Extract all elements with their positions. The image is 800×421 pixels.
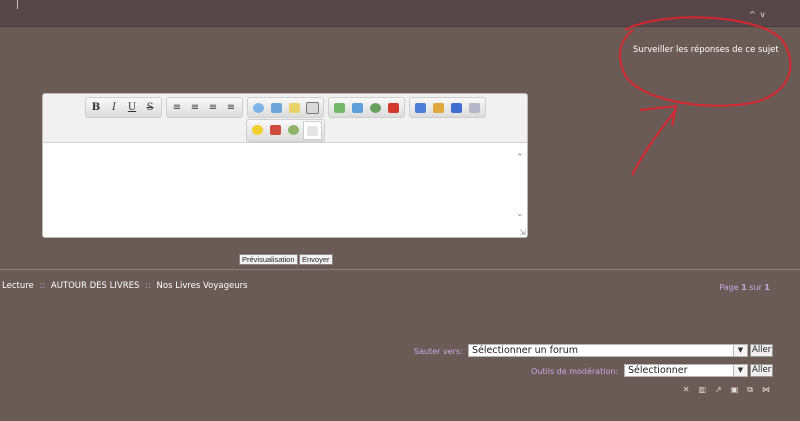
host-icon[interactable]: [349, 99, 366, 116]
jump-go-button[interactable]: Aller: [750, 344, 774, 357]
page-of-label: sur: [749, 283, 762, 292]
link-icon[interactable]: [367, 99, 384, 116]
breadcrumb-lecture[interactable]: Lecture: [2, 281, 34, 291]
jump-to-selected: Sélectionner un forum: [472, 345, 578, 356]
editor-toolbar: B I U S ≡ ≡ ≡ ≡: [43, 94, 527, 143]
image-icon[interactable]: [331, 99, 348, 116]
moderation-tools-select[interactable]: Sélectionner ▼: [624, 364, 748, 377]
moderation-tools-label: Outils de modération:: [531, 367, 619, 376]
trash-icon[interactable]: ▥: [698, 385, 706, 395]
delete-icon[interactable]: ✕: [683, 385, 690, 395]
current-page: 1: [741, 283, 747, 292]
split-icon[interactable]: ⧉: [747, 385, 753, 395]
justify-button[interactable]: ≡: [223, 99, 240, 116]
strikethrough-button[interactable]: S: [142, 99, 159, 116]
source-mode-icon[interactable]: [302, 121, 322, 140]
align-right-button[interactable]: ≡: [205, 99, 222, 116]
spoiler-icon[interactable]: [286, 99, 303, 116]
total-pages: 1: [764, 283, 770, 292]
font-color-icon[interactable]: [412, 99, 429, 116]
message-editor: B I U S ≡ ≡ ≡ ≡ ⌃ ⌄ ⇲: [42, 93, 528, 238]
bold-button[interactable]: B: [88, 99, 105, 116]
watch-topic-link[interactable]: Surveiller les réponses de ce sujet: [633, 45, 779, 55]
toolbar-row-2: [43, 119, 527, 142]
italic-button[interactable]: I: [106, 99, 123, 116]
breadcrumb-separator: ::: [145, 281, 151, 291]
breadcrumb-nos-livres-voyageurs[interactable]: Nos Livres Voyageurs: [157, 281, 248, 291]
align-center-button[interactable]: ≡: [187, 99, 204, 116]
text-style-group: B I U S: [84, 97, 162, 118]
top-bar: ^ v: [0, 0, 800, 27]
media-group: [327, 97, 405, 118]
move-icon[interactable]: ↗: [715, 385, 722, 395]
send-button[interactable]: Envoyer: [299, 254, 333, 265]
chevron-down-icon: ▼: [733, 365, 747, 376]
youtube-icon[interactable]: [385, 99, 402, 116]
chevron-down-icon: ▼: [733, 345, 747, 356]
annotation-arrow: [631, 109, 677, 176]
font-size-icon[interactable]: [430, 99, 447, 116]
misc-icon[interactable]: [285, 121, 302, 138]
preview-button[interactable]: Prévisualisation: [239, 254, 298, 265]
font-group: [408, 97, 486, 118]
merge-icon[interactable]: ⋈: [762, 385, 770, 395]
moderation-selected: Sélectionner: [628, 365, 688, 376]
page-label: Page: [719, 283, 739, 292]
jump-to-label: Sauter vers:: [414, 347, 463, 356]
toolbar-row-1: B I U S ≡ ≡ ≡ ≡: [43, 97, 527, 118]
resize-grip-icon[interactable]: ⇲: [519, 228, 526, 237]
top-bar-divider: [17, 0, 18, 9]
annotation-circle: [619, 16, 792, 107]
breadcrumb-autour-des-livres[interactable]: AUTOUR DES LIVRES: [51, 281, 140, 291]
moderation-go-button[interactable]: Aller: [750, 364, 774, 377]
insert-group: [246, 97, 324, 118]
clear-format-icon[interactable]: [466, 99, 483, 116]
divider: [0, 269, 800, 270]
breadcrumb-separator: ::: [39, 281, 46, 291]
extras-group: [245, 119, 325, 142]
pagination: Page 1 sur 1: [719, 283, 770, 292]
lock-icon[interactable]: ▣: [731, 385, 739, 395]
align-left-button[interactable]: ≡: [169, 99, 186, 116]
quote-icon[interactable]: [250, 99, 267, 116]
font-family-icon[interactable]: [448, 99, 465, 116]
jump-to-select[interactable]: Sélectionner un forum ▼: [468, 344, 748, 357]
hide-icon[interactable]: [304, 99, 321, 116]
annotation-arrowhead: [639, 104, 678, 127]
code-icon[interactable]: [268, 99, 285, 116]
editor-scrollbar[interactable]: ⌃ ⌄: [513, 143, 527, 237]
smiley-icon[interactable]: [249, 121, 266, 138]
underline-button[interactable]: U: [124, 99, 141, 116]
calendar-icon[interactable]: [267, 121, 284, 138]
breadcrumb: Lecture :: AUTOUR DES LIVRES :: Nos Livr…: [2, 281, 248, 291]
alignment-group: ≡ ≡ ≡ ≡: [165, 97, 243, 118]
moderation-icons: ✕ ▥ ↗ ▣ ⧉ ⋈: [683, 385, 770, 395]
scroll-up-icon[interactable]: ⌃: [516, 153, 524, 163]
message-textarea[interactable]: [43, 143, 513, 237]
collapse-toggle-icon[interactable]: ^ v: [749, 10, 766, 19]
scroll-down-icon[interactable]: ⌄: [516, 209, 524, 219]
